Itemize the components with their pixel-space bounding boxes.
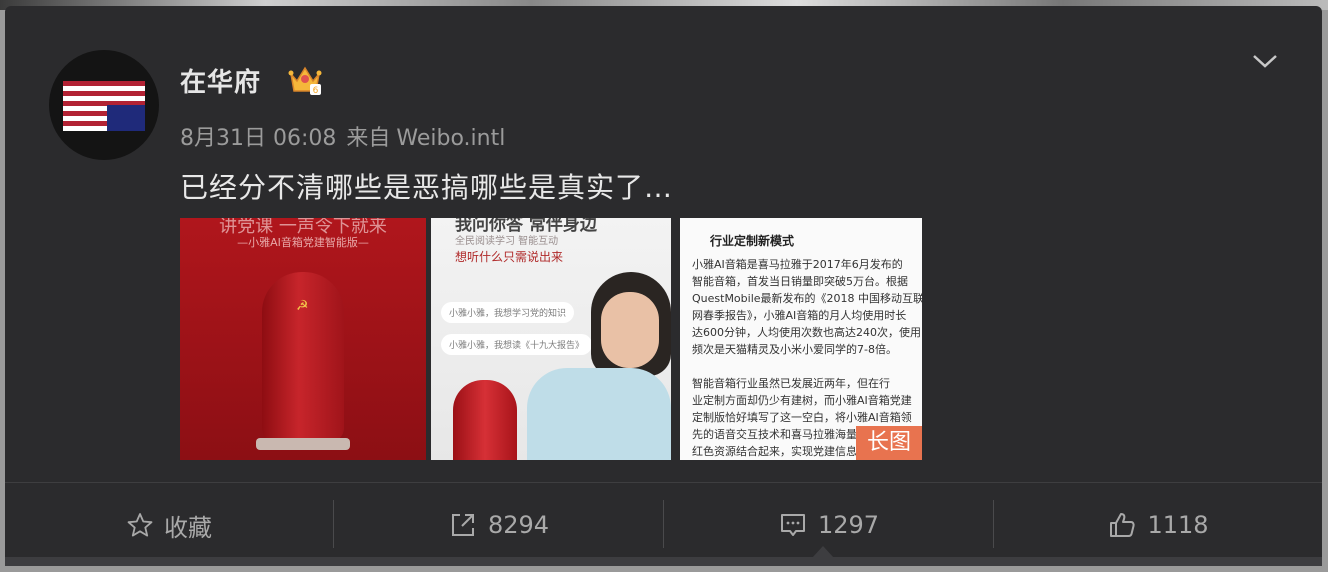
image-3-text-line: 小雅AI音箱是喜马拉雅于2017年6月发布的 bbox=[692, 258, 903, 271]
weibo-post-card: 在华府 6 8月31日 06:08 来自 Weibo.intl 已经分不清哪些是恶搞… bbox=[5, 6, 1322, 566]
post-meta: 8月31日 06:08 来自 Weibo.intl bbox=[180, 120, 515, 152]
image-3-text-line: 智能音箱行业虽然已发展近两年，但在行 bbox=[692, 377, 890, 390]
image-3-text-line: 定制版恰好填写了这一空白，将小雅AI音箱领 bbox=[692, 411, 912, 424]
image-3-text-line: QuestMobile最新发布的《2018 中国移动互联 bbox=[692, 292, 922, 305]
username[interactable]: 在华府 bbox=[180, 62, 261, 99]
thumbs-up-icon bbox=[1110, 513, 1136, 537]
image-2-line3: 想听什么只需说出来 bbox=[455, 250, 564, 264]
repost-count: 8294 bbox=[487, 511, 550, 539]
image-2-subheading: 全民阅读学习 智能互动 bbox=[455, 236, 559, 247]
hammer-sickle-icon: ☭ bbox=[296, 298, 309, 314]
like-button[interactable]: 1118 bbox=[994, 500, 1322, 550]
chevron-down-icon[interactable] bbox=[1250, 46, 1280, 76]
image-3-text-line: 业定制方面却仍少有建树，而小雅AI音箱党建 bbox=[692, 394, 912, 407]
favorite-label: 收藏 bbox=[164, 513, 212, 542]
chat-bubble-2: 小雅小雅，我想读《十九大报告》 bbox=[441, 334, 593, 355]
post-source[interactable]: Weibo.intl bbox=[396, 126, 505, 151]
woman-body bbox=[527, 368, 671, 460]
comment-count: 1297 bbox=[817, 511, 880, 539]
like-count: 1118 bbox=[1147, 511, 1209, 539]
flag-avatar-image bbox=[63, 81, 145, 131]
image-3-text-line: 智能音箱，首发当日销量即突破5万台。根据 bbox=[692, 275, 908, 288]
image-3-text-line: 网春季报告》，小雅AI音箱的月人均使用时长 bbox=[692, 309, 907, 322]
footer-divider bbox=[5, 482, 1322, 483]
long-image-badge: 长图 bbox=[856, 426, 922, 460]
post-image-1[interactable]: 讲党课 一声令下就来 —小雅AI音箱党建智能版— ☭ bbox=[180, 218, 426, 460]
speaker-base bbox=[256, 438, 350, 450]
comment-icon bbox=[780, 514, 805, 536]
favorite-button[interactable]: 收藏 bbox=[5, 500, 333, 550]
red-speaker bbox=[453, 380, 517, 460]
repost-icon bbox=[451, 514, 474, 536]
image-3-text-line: 红色资源结合起来，实现党建信息化 bbox=[692, 445, 868, 458]
source-prefix: 来自 bbox=[346, 126, 391, 151]
image-3-text-line: 频次是天猫精灵及小米小爱同学的7-8倍。 bbox=[692, 343, 897, 356]
repost-button[interactable]: 8294 bbox=[334, 500, 663, 550]
vip-crown-icon[interactable]: 6 bbox=[288, 64, 322, 96]
woman-face bbox=[601, 292, 659, 368]
comment-area-strip bbox=[5, 557, 1322, 566]
comment-pointer bbox=[812, 546, 834, 558]
post-date: 8月31日 06:08 bbox=[180, 126, 337, 151]
svg-text:6: 6 bbox=[313, 86, 319, 96]
post-image-3[interactable]: 行业定制新模式 小雅AI音箱是喜马拉雅于2017年6月发布的 智能音箱，首发当日销… bbox=[680, 218, 922, 460]
image-3-heading: 行业定制新模式 bbox=[710, 234, 795, 248]
image-3-text-line: 达600分钟，人均使用次数也高达240次，使用 bbox=[692, 326, 921, 339]
image-1-subheading: —小雅AI音箱党建智能版— bbox=[237, 236, 369, 249]
chat-bubble-1: 小雅小雅，我想学习党的知识 bbox=[441, 302, 575, 323]
star-icon bbox=[127, 513, 153, 537]
avatar[interactable] bbox=[49, 50, 159, 160]
post-image-2[interactable]: 我问你答 常伴身边 全民阅读学习 智能互动 想听什么只需说出来 小雅小雅，我想学… bbox=[431, 218, 671, 460]
post-text: 已经分不清哪些是恶搞哪些是真实了… bbox=[180, 171, 674, 204]
comment-button[interactable]: 1297 bbox=[664, 500, 993, 550]
